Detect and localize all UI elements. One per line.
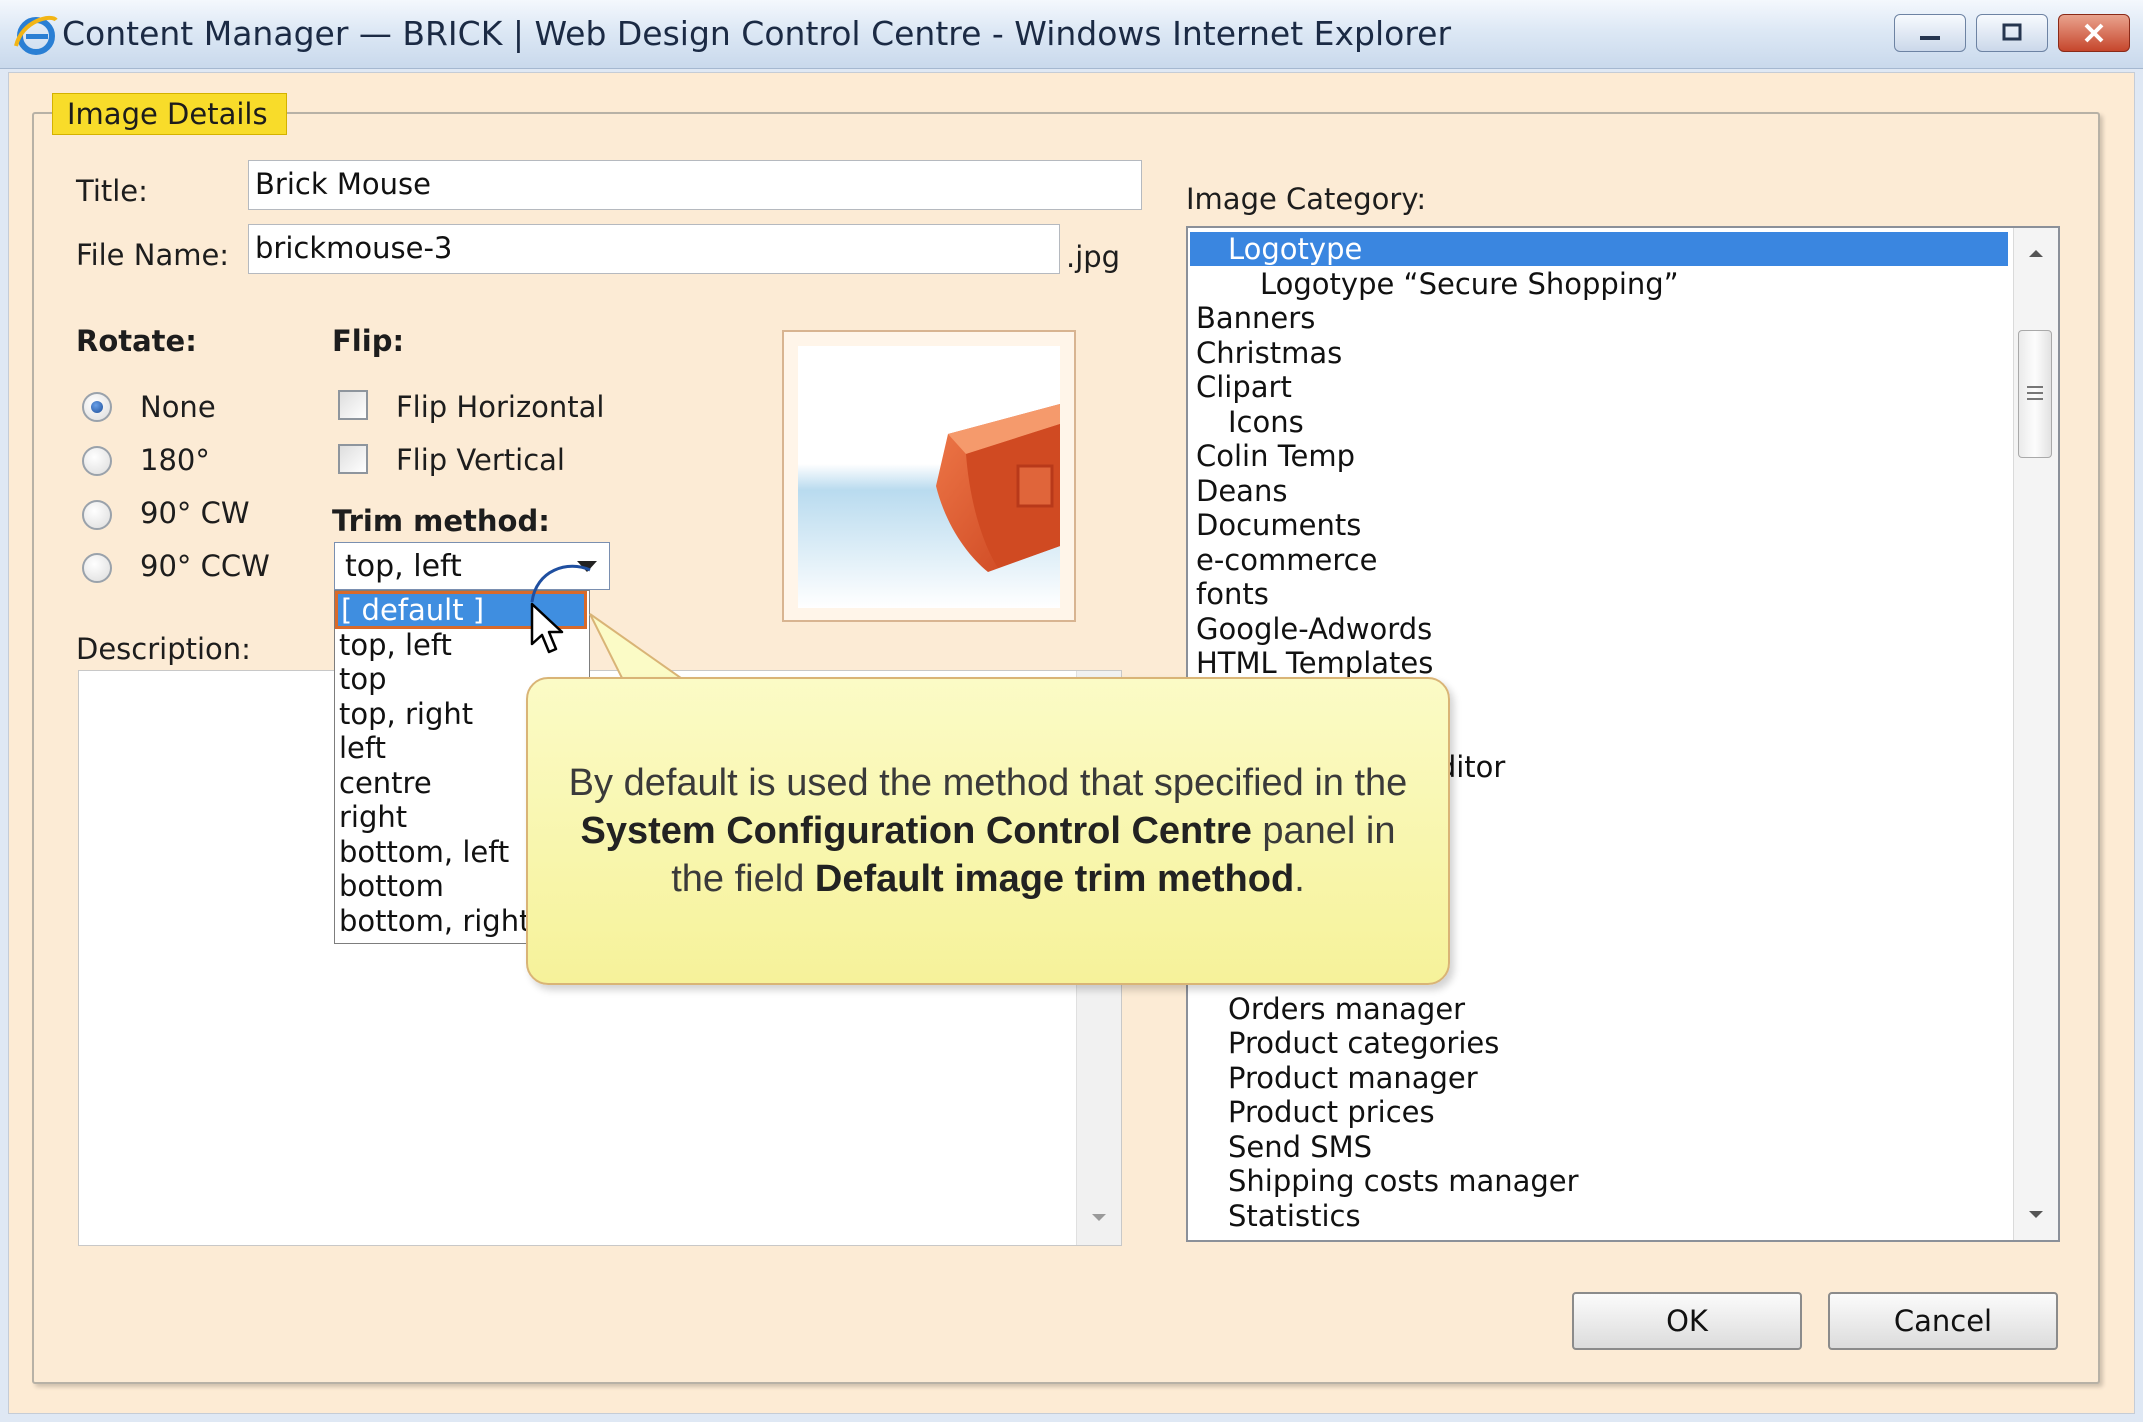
category-item[interactable]: Colin Temp	[1196, 439, 1355, 473]
brick-mouse-image	[798, 346, 1060, 608]
image-category-label: Image Category:	[1186, 182, 1427, 216]
category-item[interactable]: Orders manager	[1228, 992, 1465, 1026]
maximize-icon	[2002, 23, 2022, 41]
trim-option-left[interactable]: left	[339, 731, 386, 765]
category-item[interactable]: Clipart	[1196, 370, 1292, 404]
title-bar[interactable]: Content Manager — BRICK | Web Design Con…	[0, 0, 2143, 69]
category-item[interactable]: Documents	[1196, 508, 1361, 542]
flip-heading: Flip:	[332, 324, 405, 358]
mouse-cursor-icon	[530, 602, 564, 654]
category-item[interactable]: Christmas	[1196, 336, 1342, 370]
rotate-90cw-label: 90° CW	[140, 496, 250, 530]
flip-vertical-checkbox[interactable]	[338, 444, 368, 474]
flip-vertical-label: Flip Vertical	[396, 443, 565, 477]
callout-text: By default is used the method that speci…	[554, 759, 1422, 903]
filename-input[interactable]: brickmouse-3	[248, 224, 1060, 274]
category-item[interactable]: Statistics	[1228, 1199, 1361, 1233]
description-label: Description:	[76, 632, 251, 666]
scroll-up-icon[interactable]	[2026, 246, 2046, 260]
trim-option-bottom-left[interactable]: bottom, left	[339, 835, 509, 869]
fieldset-legend: Image Details	[52, 93, 287, 135]
category-item[interactable]: Shipping costs manager	[1228, 1164, 1579, 1198]
maximize-button[interactable]	[1976, 14, 2048, 52]
rotate-90cw-radio[interactable]	[82, 500, 112, 530]
category-item[interactable]: Product prices	[1228, 1095, 1435, 1129]
category-item[interactable]: HTML Templates	[1196, 646, 1433, 680]
callout-bold-part: System Configuration Control Centre	[580, 810, 1252, 852]
minimize-icon	[1920, 36, 1940, 40]
image-preview	[782, 330, 1076, 622]
category-item[interactable]: Product categories	[1228, 1026, 1499, 1060]
title-label: Title:	[76, 174, 148, 208]
trim-option-bottom[interactable]: bottom	[339, 869, 444, 903]
rotate-none-radio[interactable]	[82, 392, 112, 422]
internet-explorer-icon	[14, 15, 58, 55]
close-icon	[2084, 23, 2104, 43]
category-item[interactable]: Product manager	[1228, 1061, 1478, 1095]
trim-method-heading: Trim method:	[332, 504, 550, 538]
flip-horizontal-label: Flip Horizontal	[396, 390, 605, 424]
flip-horizontal-checkbox[interactable]	[338, 390, 368, 420]
category-item[interactable]: e-commerce	[1196, 543, 1377, 577]
category-item[interactable]: fonts	[1196, 577, 1269, 611]
grip-icon	[2027, 386, 2043, 400]
callout-bold-part: Default image trim method	[814, 858, 1295, 900]
rotate-180-radio[interactable]	[82, 446, 112, 476]
trim-method-value: top, left	[345, 549, 462, 584]
category-item[interactable]: Banners	[1196, 301, 1315, 335]
category-item[interactable]: Icons	[1228, 405, 1304, 439]
category-item[interactable]: Deans	[1196, 474, 1287, 508]
window-title: Content Manager — BRICK | Web Design Con…	[62, 14, 1452, 53]
scroll-down-icon[interactable]	[1089, 1211, 1109, 1225]
rotate-90ccw-label: 90° CCW	[140, 549, 270, 583]
close-button[interactable]	[2058, 14, 2130, 52]
category-item[interactable]: Google-Adwords	[1196, 612, 1432, 646]
trim-option-top[interactable]: top	[339, 662, 387, 696]
category-scrollbar[interactable]	[2013, 228, 2058, 1240]
browser-window: Content Manager — BRICK | Web Design Con…	[0, 0, 2143, 1422]
minimize-button[interactable]	[1894, 14, 1966, 52]
trim-option-top-right[interactable]: top, right	[339, 697, 473, 731]
filename-extension: .jpg	[1066, 240, 1121, 274]
trim-option-bottom-right[interactable]: bottom, right	[339, 904, 530, 938]
category-item[interactable]: Logotype “Secure Shopping”	[1260, 267, 1679, 301]
category-item[interactable]: Logotype	[1190, 232, 2008, 266]
help-callout: By default is used the method that speci…	[526, 677, 1450, 985]
filename-label: File Name:	[76, 238, 230, 272]
rotate-none-label: None	[140, 390, 216, 424]
category-item[interactable]: Send SMS	[1228, 1130, 1372, 1164]
scrollbar-thumb[interactable]	[2018, 330, 2052, 458]
trim-option-centre[interactable]: centre	[339, 766, 432, 800]
rotate-180-label: 180°	[140, 443, 210, 477]
rotate-heading: Rotate:	[76, 324, 197, 358]
trim-option-right[interactable]: right	[339, 800, 407, 834]
rotate-90ccw-radio[interactable]	[82, 553, 112, 583]
callout-text-part: By default is used the method that speci…	[568, 762, 1408, 804]
trim-option-top-left[interactable]: top, left	[339, 628, 452, 662]
cancel-button[interactable]: Cancel	[1828, 1292, 2058, 1350]
ok-button[interactable]: OK	[1572, 1292, 1802, 1350]
title-input[interactable]: Brick Mouse	[248, 160, 1142, 210]
scroll-down-icon[interactable]	[2026, 1208, 2046, 1222]
callout-text-part: .	[1294, 858, 1305, 900]
